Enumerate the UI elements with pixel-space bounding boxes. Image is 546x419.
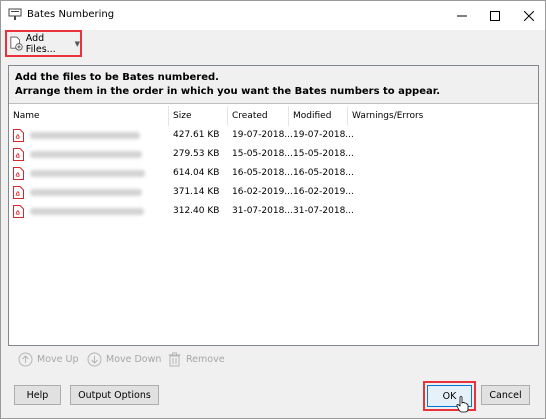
file-size: 312.40 KB — [173, 206, 220, 216]
file-name-redacted — [30, 170, 145, 177]
minimize-icon — [457, 15, 467, 16]
file-modified: 19-07-2018... — [293, 130, 354, 140]
file-row[interactable]: 371.14 KB 16-02-2019... 16-02-2019... — [9, 183, 538, 202]
move-down-button[interactable]: Move Down — [87, 351, 161, 367]
pdf-file-icon — [13, 205, 24, 218]
maximize-icon — [490, 10, 500, 21]
file-size: 371.14 KB — [173, 187, 220, 197]
file-modified: 31-07-2018... — [293, 206, 354, 216]
file-created: 15-05-2018... — [232, 149, 293, 159]
file-name-redacted — [30, 208, 144, 215]
file-name-redacted — [30, 132, 140, 139]
column-header-modified[interactable]: Modified — [289, 106, 348, 126]
title-bar: Bates Numbering — [1, 1, 545, 30]
file-size: 614.04 KB — [173, 168, 220, 178]
help-button[interactable]: Help — [14, 385, 61, 405]
arrow-up-circle-icon — [18, 352, 33, 366]
file-row[interactable]: 427.61 KB 19-07-2018... 19-07-2018... — [9, 126, 538, 145]
add-files-button[interactable]: Add Files... ▼ — [5, 30, 82, 57]
file-row[interactable]: 614.04 KB 16-05-2018... 16-05-2018... — [9, 164, 538, 183]
bates-numbering-dialog: Bates Numbering Add Files... ▼ Add the f… — [0, 0, 546, 419]
cancel-button[interactable]: Cancel — [481, 385, 530, 405]
column-header-name[interactable]: Name — [9, 106, 169, 126]
column-header-warnings[interactable]: Warnings/Errors — [348, 106, 538, 126]
file-size: 427.61 KB — [173, 130, 220, 140]
files-panel: Add the files to be Bates numbered. Arra… — [8, 65, 539, 346]
file-created: 19-07-2018... — [232, 130, 293, 140]
add-file-icon — [10, 36, 23, 51]
output-options-button[interactable]: Output Options — [70, 385, 159, 405]
file-created: 31-07-2018... — [232, 206, 293, 216]
pdf-file-icon — [13, 167, 24, 180]
file-list-header: Name Size Created Modified Warnings/Erro… — [9, 106, 538, 126]
close-button[interactable] — [512, 1, 546, 30]
trash-icon — [168, 352, 181, 366]
file-name-redacted — [30, 189, 142, 196]
add-files-label: Add Files... — [25, 32, 56, 55]
instruction-line-2: Arrange them in the order in which you w… — [15, 86, 441, 97]
file-name-redacted — [30, 151, 142, 158]
file-size: 279.53 KB — [173, 149, 220, 159]
column-header-created[interactable]: Created — [228, 106, 289, 126]
file-row[interactable]: 279.53 KB 15-05-2018... 15-05-2018... — [9, 145, 538, 164]
file-created: 16-05-2018... — [232, 168, 293, 178]
minimize-button[interactable] — [445, 1, 479, 30]
pdf-file-icon — [13, 129, 24, 142]
remove-button[interactable]: Remove — [167, 351, 225, 367]
maximize-button[interactable] — [478, 1, 512, 30]
move-up-label: Move Up — [37, 353, 79, 365]
window-title: Bates Numbering — [27, 9, 115, 20]
file-row[interactable]: 312.40 KB 31-07-2018... 31-07-2018... — [9, 202, 538, 221]
file-modified: 16-05-2018... — [293, 168, 354, 178]
file-created: 16-02-2019... — [232, 187, 293, 197]
close-icon — [524, 10, 534, 21]
instruction-line-1: Add the files to be Bates numbered. — [15, 72, 219, 83]
pdf-file-icon — [13, 148, 24, 161]
file-modified: 16-02-2019... — [293, 187, 354, 197]
chevron-down-icon: ▼ — [74, 39, 80, 48]
bates-app-icon — [8, 8, 22, 20]
instructions: Add the files to be Bates numbered. Arra… — [9, 66, 538, 104]
move-down-label: Move Down — [106, 353, 162, 365]
arrow-down-circle-icon — [87, 352, 102, 366]
move-up-button[interactable]: Move Up — [18, 351, 78, 367]
remove-label: Remove — [186, 353, 225, 365]
pdf-file-icon — [13, 186, 24, 199]
hand-cursor-icon — [456, 396, 469, 413]
column-header-size[interactable]: Size — [169, 106, 228, 126]
file-modified: 15-05-2018... — [293, 149, 354, 159]
